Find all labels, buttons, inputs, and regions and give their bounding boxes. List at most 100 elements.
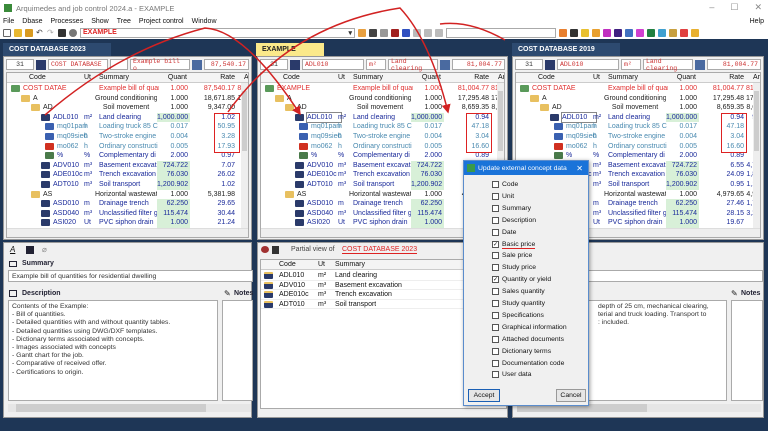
tool-icon[interactable] bbox=[581, 28, 589, 37]
column-header-quant[interactable]: Quant bbox=[666, 74, 696, 81]
quantity-cell[interactable]: 0.017 bbox=[666, 122, 699, 132]
table-row[interactable]: mo062 h Ordinary constructi 0.005 16.60 bbox=[261, 142, 497, 152]
checkbox[interactable] bbox=[492, 347, 499, 355]
checkbox[interactable] bbox=[492, 359, 499, 367]
new-icon[interactable] bbox=[3, 28, 11, 37]
checkbox[interactable] bbox=[492, 181, 499, 188]
table-row[interactable]: AGround conditioning1.00017,295.4817,29 bbox=[516, 94, 760, 104]
menu-project-control[interactable]: Project control bbox=[139, 18, 184, 25]
quantity-cell[interactable]: 0.004 bbox=[411, 132, 444, 142]
quantity-cell[interactable]: 0.017 bbox=[157, 122, 190, 132]
scroll-thumb[interactable] bbox=[242, 91, 247, 151]
tool-icon[interactable] bbox=[592, 28, 600, 37]
unit-field[interactable]: m² bbox=[366, 59, 386, 70]
secondary-combo[interactable] bbox=[446, 27, 556, 38]
image-icon[interactable] bbox=[26, 246, 34, 254]
table-row[interactable]: ADSoil movement1.0009,347.009,3 bbox=[7, 103, 248, 113]
unit-field[interactable] bbox=[110, 59, 128, 70]
checkbox[interactable] bbox=[492, 216, 499, 224]
tool-icon[interactable] bbox=[691, 28, 699, 37]
option-basic-price[interactable]: ✓ Basic price bbox=[492, 241, 536, 249]
tool-icon[interactable] bbox=[391, 28, 399, 37]
text-icon[interactable]: A bbox=[10, 245, 15, 254]
option-sale-price[interactable]: Sale price bbox=[492, 252, 532, 260]
table-row[interactable]: mq09sie010hTwo-stroke engine0.0043.04 bbox=[516, 132, 753, 142]
menu-tree[interactable]: Tree bbox=[117, 18, 131, 25]
menu-file[interactable]: File bbox=[3, 18, 14, 25]
quantity-cell[interactable]: 1.000 bbox=[411, 84, 444, 94]
tool-icon[interactable] bbox=[669, 28, 677, 37]
column-header-ut[interactable]: Ut bbox=[84, 74, 91, 81]
table-row[interactable]: mq01pan010hLoading truck 85 C0.01747.18 bbox=[261, 122, 497, 132]
horizontal-scrollbar[interactable] bbox=[8, 404, 251, 412]
table-row[interactable]: COST DATAE Example bill of quantities1.00… bbox=[7, 84, 248, 94]
option-user-data[interactable]: User data bbox=[492, 371, 531, 379]
option-documentation-code[interactable]: Documentation code bbox=[492, 359, 564, 367]
option-sales-quantity[interactable]: Sales quantity bbox=[492, 288, 545, 296]
quantity-cell[interactable]: 76.030 bbox=[411, 170, 444, 180]
table-row[interactable]: ADL010m²Land clearing1,000.0000.9494 bbox=[516, 111, 760, 124]
scroll-thumb[interactable] bbox=[754, 91, 759, 151]
menu-help[interactable]: Help bbox=[750, 18, 764, 25]
option-quantity-or-yield[interactable]: ✓ Quantity or yield bbox=[492, 276, 551, 284]
job-selector[interactable]: EXAMPLE ▾ bbox=[80, 27, 355, 38]
undo-icon[interactable]: ↶ bbox=[36, 28, 44, 37]
summary-field[interactable]: Land clearing bbox=[388, 58, 438, 72]
column-header-amount[interactable]: Ar bbox=[239, 74, 248, 81]
table-row[interactable]: ADSoil movement1.0008,659.358,65 bbox=[261, 103, 504, 113]
table-row[interactable]: ADSoil movement1.0008,659.358,65 bbox=[516, 103, 760, 113]
column-header-amount[interactable]: Ar bbox=[493, 74, 504, 81]
select-icon[interactable] bbox=[402, 28, 410, 37]
column-header-code[interactable]: Code bbox=[279, 261, 296, 268]
tool-icon[interactable] bbox=[636, 28, 644, 37]
option-study-quantity[interactable]: Study quantity bbox=[492, 300, 545, 307]
checkbox[interactable]: ✓ bbox=[492, 276, 499, 284]
column-header-amount[interactable]: Ar bbox=[748, 74, 760, 81]
quantity-cell[interactable]: 1.000 bbox=[411, 190, 444, 200]
quantity-cell[interactable]: 724.722 bbox=[666, 160, 699, 171]
dialog-close-button[interactable]: ✕ bbox=[576, 164, 583, 173]
horizontal-scrollbar[interactable] bbox=[7, 228, 248, 237]
table-row[interactable]: ADT010m³Soil transport1,200.9021.021,2 bbox=[7, 180, 248, 190]
table-row[interactable]: ADV010m³Basement excavatio724.7227.075,1 bbox=[7, 160, 248, 171]
concept-count-field[interactable]: 31 bbox=[6, 59, 34, 70]
table-row[interactable]: %% Complementary di 2.000 0.89 bbox=[261, 151, 497, 161]
table-row[interactable]: ASI020 Ut PVC siphon drain 1.000 21.24 bbox=[7, 218, 241, 228]
column-header-rate[interactable]: Rate bbox=[702, 74, 744, 81]
column-header-ut[interactable]: Ut bbox=[338, 74, 345, 81]
menu-show[interactable]: Show bbox=[91, 18, 109, 25]
summary-input[interactable]: Example bill of quantities for residenti… bbox=[8, 270, 253, 282]
option-graphical-information[interactable]: Graphical information bbox=[492, 323, 567, 331]
table-row[interactable]: ASD040m³Unclassified filter gr115.47428.… bbox=[261, 208, 504, 219]
tool-icon[interactable] bbox=[658, 28, 666, 37]
quantity-cell[interactable]: 1.000 bbox=[157, 94, 190, 104]
quantity-cell[interactable]: 2.000 bbox=[157, 151, 190, 161]
unit-field[interactable]: m² bbox=[621, 59, 641, 70]
tab-cost-database-2019[interactable]: COST DATABASE 2019 bbox=[512, 43, 620, 56]
checkbox[interactable] bbox=[492, 300, 499, 307]
menu-dbase[interactable]: Dbase bbox=[22, 18, 42, 25]
table-row[interactable]: mq09sie010hTwo-stroke engine0.0043.04 bbox=[261, 132, 497, 142]
table-row[interactable]: AGround conditioning1.00017,295.4817,29 bbox=[261, 94, 504, 104]
tab-cost-database-2023[interactable]: COST DATABASE 2023 bbox=[3, 43, 111, 56]
update-icon[interactable] bbox=[261, 246, 269, 253]
table-row[interactable]: ASD010mDrainage trench62.25027.461,70 bbox=[261, 199, 504, 209]
cancel-button[interactable]: Cancel bbox=[556, 389, 586, 402]
checkbox[interactable] bbox=[492, 335, 499, 343]
table-row[interactable]: mq01pan010hLoading truck 85 C0.01747.18 bbox=[516, 122, 753, 132]
tool-icon[interactable] bbox=[603, 28, 611, 37]
quantity-cell[interactable]: 724.722 bbox=[411, 160, 444, 171]
option-code[interactable]: Code bbox=[492, 181, 518, 188]
tab-example[interactable]: EXAMPLE bbox=[256, 43, 324, 56]
price-breakdown-icon[interactable] bbox=[440, 60, 450, 70]
quantity-cell[interactable]: 1,000.000 bbox=[157, 112, 190, 123]
quantity-cell[interactable]: 0.017 bbox=[411, 122, 444, 132]
column-header-summary[interactable]: Summary bbox=[335, 261, 365, 268]
quantity-cell[interactable]: 0.005 bbox=[411, 142, 444, 152]
quantity-cell[interactable]: 2.000 bbox=[666, 151, 699, 161]
tool-icon[interactable] bbox=[570, 28, 578, 37]
tool-icon[interactable] bbox=[369, 28, 377, 37]
table-row[interactable]: ADL010m²Land clearing1,000.0001.021.0 bbox=[7, 112, 248, 123]
tool-icon[interactable] bbox=[358, 28, 366, 37]
quantity-cell[interactable]: 1,200.902 bbox=[666, 180, 699, 190]
